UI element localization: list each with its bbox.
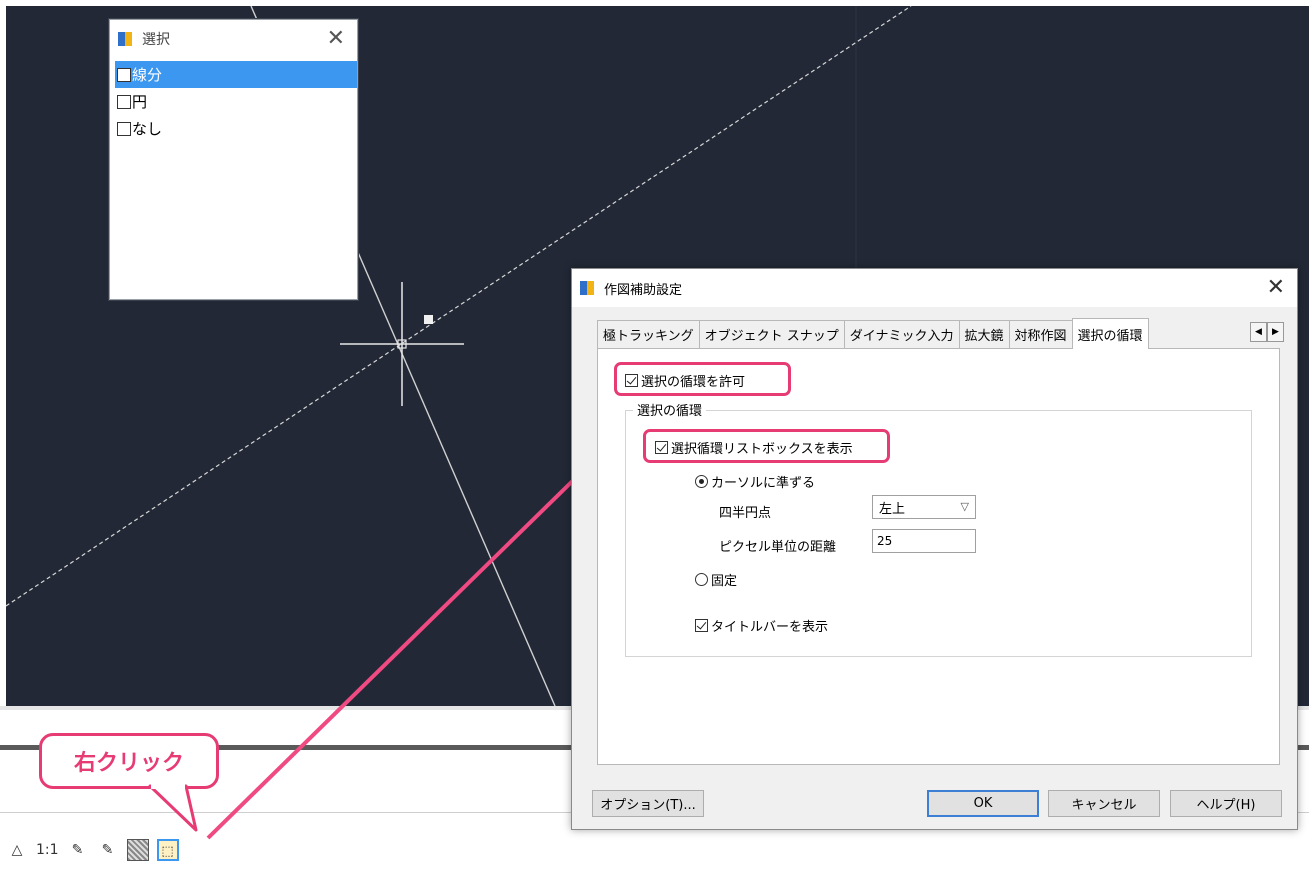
help-button[interactable]: ヘルプ(H) <box>1170 790 1282 817</box>
radio-label: 固定 <box>711 574 738 589</box>
radio-label: カーソルに準ずる <box>711 476 816 491</box>
tab-strip: 極トラッキング オブジェクト スナップ ダイナミック入力 拡大鏡 対称作図 選択… <box>597 318 1149 349</box>
checkbox-icon <box>695 619 708 632</box>
dialog-title: 作図補助設定 <box>604 282 683 298</box>
cursor-radio[interactable]: カーソルに準ずる <box>695 472 815 491</box>
allow-cycling-checkbox[interactable]: 選択の循環を許可 <box>625 371 745 390</box>
checkbox-label: 選択の循環を許可 <box>641 375 746 390</box>
checkbox-label: 選択循環リストボックスを表示 <box>671 442 853 457</box>
tab-selection-cycling[interactable]: 選択の循環 <box>1071 318 1149 349</box>
pixel-distance-label: ピクセル単位の距離 <box>719 540 837 555</box>
fixed-radio[interactable]: 固定 <box>695 570 737 589</box>
checkbox-icon <box>655 441 668 454</box>
checkbox-label: タイトルバーを表示 <box>711 620 829 635</box>
ok-button[interactable]: OK <box>927 790 1039 817</box>
group-label: 選択の循環 <box>633 400 707 419</box>
tab-object-snap[interactable]: オブジェクト スナップ <box>698 320 845 348</box>
cancel-button[interactable]: キャンセル <box>1048 790 1160 817</box>
drafting-settings-dialog: 作図補助設定 ✕ 極トラッキング オブジェクト スナップ ダイナミック入力 拡大… <box>571 268 1298 830</box>
app-logo-icon <box>580 280 594 296</box>
radio-icon <box>695 475 708 488</box>
options-button[interactable]: オプション(T)... <box>592 790 704 817</box>
tab-dynamic-input[interactable]: ダイナミック入力 <box>843 320 960 348</box>
show-listbox-checkbox[interactable]: 選択循環リストボックスを表示 <box>655 438 853 457</box>
scroll-right-icon[interactable]: ▶ <box>1267 322 1284 342</box>
tab-panel: 選択の循環を許可 選択の循環 選択循環リストボックスを表示 カーソルに準ずる 四… <box>597 348 1280 765</box>
dialog-titlebar[interactable]: 作図補助設定 ✕ <box>572 269 1297 307</box>
checkbox-icon <box>625 374 638 387</box>
radio-icon <box>695 573 708 586</box>
tab-magnifier[interactable]: 拡大鏡 <box>958 320 1010 348</box>
quadrant-label: 四半円点 <box>719 506 772 521</box>
show-titlebar-checkbox[interactable]: タイトルバーを表示 <box>695 616 828 635</box>
close-icon[interactable]: ✕ <box>1267 275 1285 301</box>
scroll-left-icon[interactable]: ◀ <box>1250 322 1267 342</box>
pixel-distance-input[interactable]: 25 <box>872 529 976 553</box>
quadrant-select[interactable]: 左上 ▽ <box>872 495 976 519</box>
tab-scroll-buttons: ◀ ▶ <box>1250 322 1284 342</box>
tab-symmetric-drawing[interactable]: 対称作図 <box>1008 320 1073 348</box>
chevron-down-icon: ▽ <box>960 500 969 513</box>
select-value: 左上 <box>879 501 906 517</box>
tab-polar-tracking[interactable]: 極トラッキング <box>597 320 700 348</box>
